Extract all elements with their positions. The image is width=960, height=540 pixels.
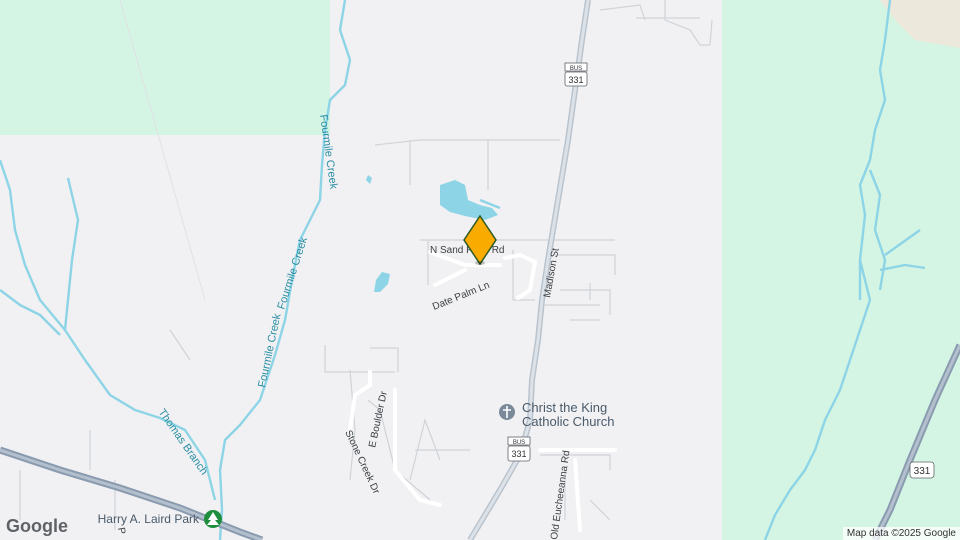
svg-text:BUS: BUS	[513, 440, 525, 446]
church-label-line2: Catholic Church	[522, 414, 615, 429]
forest-area-northwest	[0, 0, 330, 135]
park-label: Harry A. Laird Park	[98, 512, 200, 526]
forest-area-east	[722, 0, 960, 540]
n-sand-palm-rd-label: N Sand Palm Rd	[430, 245, 504, 256]
bus-331-shield-bottom: BUS 331	[507, 436, 531, 462]
map-canvas[interactable]: Fourmile Creek Fourmile Creek Fourmile C…	[0, 0, 960, 540]
svg-text:331: 331	[511, 449, 526, 459]
google-logo[interactable]: Google	[6, 516, 68, 537]
map-attribution: Map data ©2025 Google	[842, 527, 960, 540]
svg-text:BUS: BUS	[570, 66, 582, 72]
us-331-shield: 331	[909, 461, 935, 479]
svg-text:331: 331	[568, 75, 583, 85]
church-label-line1: Christ the King	[522, 400, 607, 415]
svg-text:331: 331	[914, 466, 931, 477]
bus-331-shield-top: BUS 331	[564, 62, 588, 87]
